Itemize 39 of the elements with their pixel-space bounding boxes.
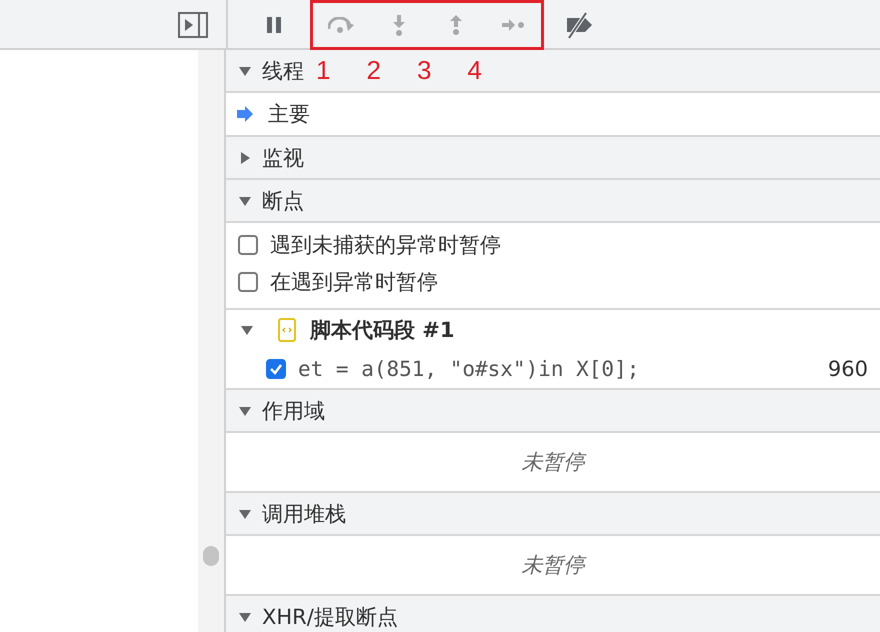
section-title: 断点 — [262, 188, 304, 214]
step-icon — [502, 19, 524, 31]
checkbox-label: 在遇到异常时暂停 — [270, 268, 438, 296]
annotation-number: 3 — [416, 55, 432, 86]
section-header[interactable]: 线程 1 2 3 4 — [226, 50, 880, 93]
step-out-icon — [450, 15, 462, 35]
checkbox[interactable] — [238, 234, 258, 254]
annotation-number: 4 — [467, 55, 482, 86]
toggle-sidebar-icon[interactable] — [178, 12, 208, 38]
snippet-file-icon — [278, 318, 296, 342]
checkbox[interactable] — [238, 272, 258, 292]
thread-label: 主要 — [268, 101, 310, 128]
annotation-number: 2 — [366, 55, 381, 86]
section-title: XHR/提取断点 — [262, 604, 398, 630]
status-message: 未暂停 — [522, 552, 584, 579]
section-header[interactable]: 调用堆栈 — [226, 493, 880, 536]
section-header[interactable]: XHR/提取断点 — [226, 596, 880, 632]
section-title: 线程 — [262, 58, 304, 84]
collapsed-arrow-icon[interactable] — [238, 150, 252, 164]
section-header[interactable]: 断点 — [226, 180, 880, 223]
deactivate-breakpoints-icon — [567, 12, 593, 38]
pause-icon — [267, 17, 281, 33]
section-title: 调用堆栈 — [262, 500, 346, 528]
status-message: 未暂停 — [522, 449, 584, 476]
section-header[interactable]: 监视 — [226, 137, 880, 180]
code-line: et = a(851, "o#sx")in X[0]; — [298, 357, 640, 381]
checkbox[interactable] — [266, 359, 286, 379]
step-over-icon — [328, 16, 355, 34]
line-number: 960 — [828, 357, 868, 381]
check-icon — [269, 362, 283, 376]
scrollbar-thumb[interactable] — [203, 546, 219, 566]
expanded-arrow-icon[interactable] — [240, 323, 254, 337]
step-into-icon — [392, 14, 404, 36]
annotation-number: 1 — [316, 55, 330, 86]
file-name: 脚本代码段 #1 — [310, 317, 455, 344]
section-title: 监视 — [262, 144, 304, 172]
checkbox-label: 遇到未捕获的异常时暂停 — [270, 232, 501, 258]
section-title: 作用域 — [262, 398, 325, 424]
section-header[interactable]: 作用域 — [226, 390, 880, 433]
